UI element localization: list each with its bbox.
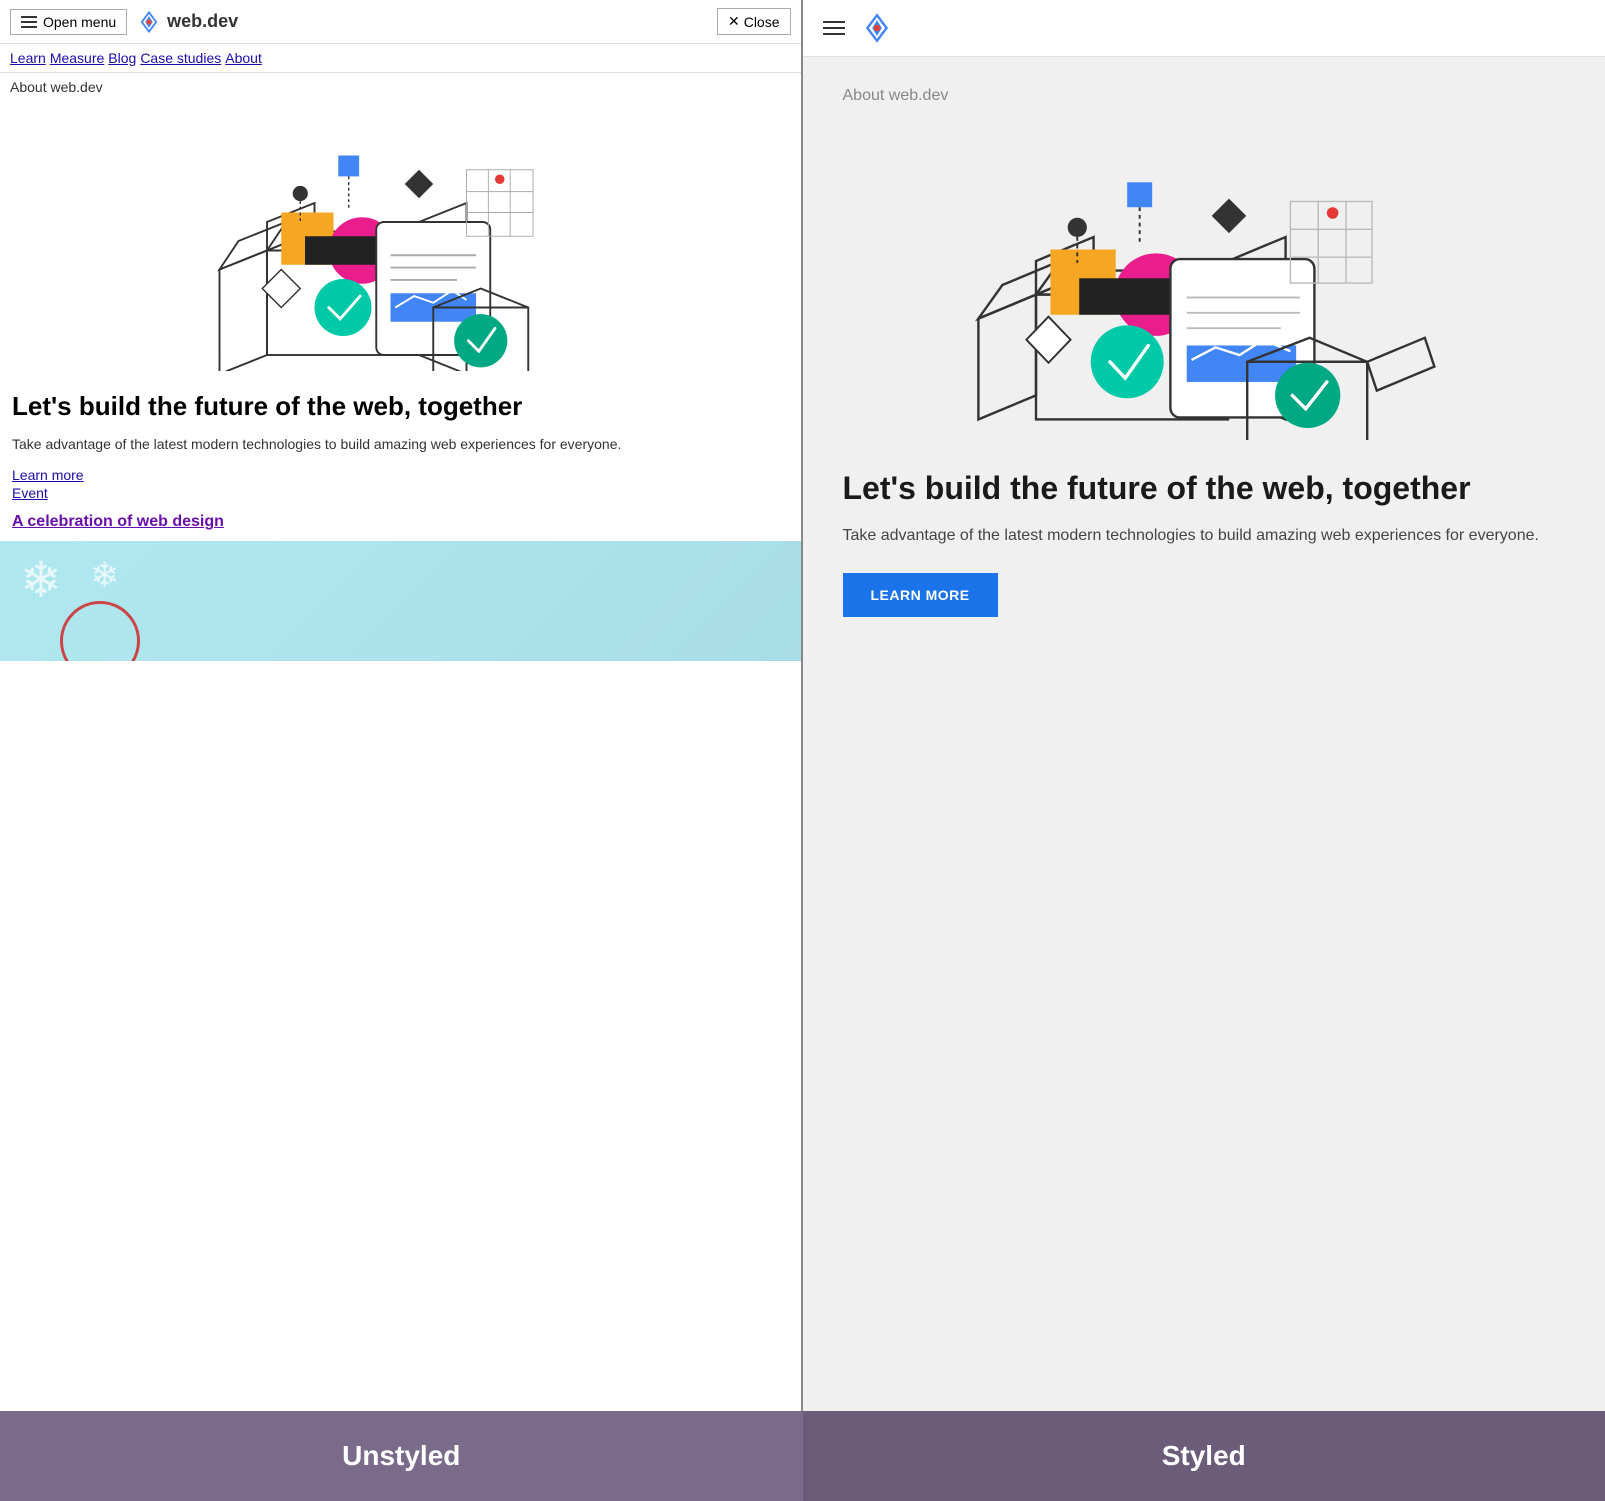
left-navbar: Open menu web.dev ✕ Close: [0, 0, 801, 44]
hamburger-icon: [21, 16, 37, 28]
close-button[interactable]: ✕ Close: [717, 8, 791, 35]
left-hero-illustration: [0, 101, 801, 381]
right-webdev-logo-icon: [861, 12, 893, 44]
nav-link-learn[interactable]: Learn: [10, 50, 46, 66]
nav-link-case-studies[interactable]: Case studies: [140, 50, 221, 66]
snowflake-icon-2: ❄: [90, 556, 119, 596]
left-content: Let's build the future of the web, toget…: [0, 381, 801, 541]
learn-more-link[interactable]: Learn more: [12, 467, 789, 483]
left-bottom-banner: ❄ ❄: [0, 541, 801, 661]
right-description: Take advantage of the latest modern tech…: [843, 523, 1566, 549]
learn-more-button[interactable]: LEARN MORE: [843, 573, 998, 617]
nav-link-measure[interactable]: Measure: [50, 50, 104, 66]
nav-link-about[interactable]: About: [225, 50, 262, 66]
banner-circle: [60, 601, 140, 661]
illustration-svg-left: [210, 111, 590, 371]
left-logo: web.dev: [137, 10, 238, 34]
unstyled-label: Unstyled: [0, 1411, 803, 1501]
right-about-text: About web.dev: [843, 87, 1566, 105]
right-hamburger-icon[interactable]: [823, 21, 845, 35]
right-main-content: About web.dev: [803, 57, 1605, 1411]
left-nav-links: Learn Measure Blog Case studies About: [0, 44, 801, 73]
labels-row: Unstyled Styled: [0, 1411, 1605, 1501]
webdev-logo-icon: [137, 10, 161, 34]
left-links: Learn more Event: [12, 467, 789, 501]
snowflake-icon: ❄: [20, 551, 62, 609]
event-link[interactable]: Event: [12, 485, 789, 501]
close-label: Close: [744, 14, 780, 30]
left-heading: Let's build the future of the web, toget…: [12, 391, 789, 422]
illustration-svg-right: [964, 130, 1444, 440]
left-description: Take advantage of the latest modern tech…: [12, 434, 789, 455]
styled-label: Styled: [803, 1411, 1605, 1501]
menu-button[interactable]: Open menu: [10, 9, 127, 35]
site-name: web.dev: [167, 11, 238, 32]
celebration-link[interactable]: A celebration of web design: [12, 513, 224, 530]
menu-button-label: Open menu: [43, 14, 116, 30]
styled-panel: About web.dev: [803, 0, 1605, 1411]
right-heading: Let's build the future of the web, toget…: [843, 469, 1566, 507]
unstyled-panel: Open menu web.dev ✕ Close Learn Measure …: [0, 0, 803, 1411]
left-about-text: About web.dev: [0, 73, 801, 101]
right-hero-illustration: [843, 125, 1566, 445]
close-icon: ✕: [728, 13, 740, 30]
nav-link-blog[interactable]: Blog: [108, 50, 136, 66]
right-navbar: [803, 0, 1605, 57]
